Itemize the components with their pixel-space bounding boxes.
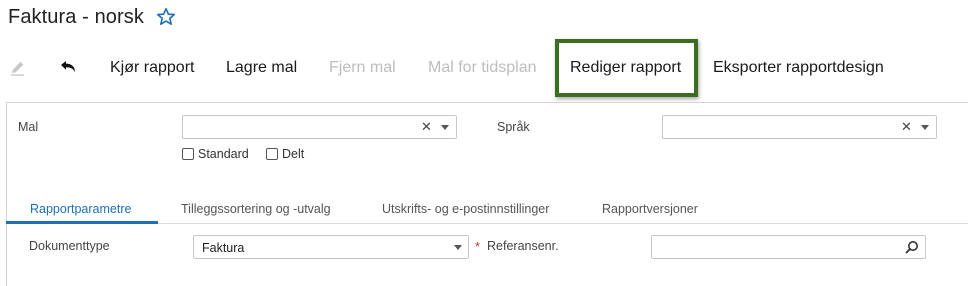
document-type-value: Faktura: [202, 241, 245, 255]
language-select[interactable]: ✕: [662, 115, 937, 139]
clear-icon[interactable]: ✕: [421, 119, 432, 135]
search-icon[interactable]: [905, 240, 919, 254]
required-indicator: *: [475, 239, 481, 254]
schedule-template-button[interactable]: Mal for tidsplan: [428, 42, 537, 94]
clear-icon[interactable]: ✕: [901, 119, 912, 135]
page-title: Faktura - norsk: [8, 5, 144, 28]
standard-checkbox[interactable]: [182, 148, 194, 160]
remove-template-button[interactable]: Fjern mal: [329, 42, 396, 94]
template-select[interactable]: ✕: [182, 115, 457, 139]
pencil-icon[interactable]: [8, 58, 28, 78]
save-template-button[interactable]: Lagre mal: [226, 42, 297, 94]
shared-label: Delt: [282, 147, 305, 161]
export-report-design-button[interactable]: Eksporter rapportdesign: [713, 42, 884, 94]
edit-report-button[interactable]: Rediger rapport: [570, 42, 681, 94]
tab-print-email-settings[interactable]: Utskrifts- og e-postinnstillinger: [382, 202, 549, 216]
template-label: Mal: [18, 120, 39, 134]
report-form-panel: Mal ✕ Standard Delt Språk ✕ Dokumenttype…: [6, 102, 968, 286]
shared-checkbox[interactable]: [266, 148, 278, 160]
star-icon[interactable]: [156, 7, 176, 27]
language-label: Språk: [497, 120, 530, 134]
shared-checkbox-row[interactable]: Delt: [266, 147, 304, 161]
document-type-select[interactable]: Faktura: [193, 235, 469, 259]
toolbar: Kjør rapport Lagre mal Fjern mal Mal for…: [0, 42, 968, 94]
chevron-down-icon[interactable]: [921, 125, 929, 130]
chevron-down-icon[interactable]: [441, 125, 449, 130]
reference-label: Referansenr.: [487, 239, 559, 253]
tab-report-versions[interactable]: Rapportversjoner: [602, 202, 698, 216]
title-bar: Faktura - norsk: [8, 4, 176, 30]
run-report-button[interactable]: Kjør rapport: [110, 42, 194, 94]
tab-bar: Rapportparametre Tilleggssortering og -u…: [6, 196, 968, 224]
standard-checkbox-row[interactable]: Standard: [182, 147, 249, 161]
tab-report-parameters[interactable]: Rapportparametre: [30, 202, 131, 216]
chevron-down-icon[interactable]: [454, 245, 462, 250]
reference-input[interactable]: [651, 235, 926, 259]
undo-icon[interactable]: [58, 58, 78, 78]
active-tab-indicator: [6, 221, 158, 224]
tab-additional-sorting[interactable]: Tilleggssortering og -utvalg: [181, 202, 331, 216]
standard-label: Standard: [198, 147, 249, 161]
document-type-label: Dokumenttype: [29, 239, 110, 253]
